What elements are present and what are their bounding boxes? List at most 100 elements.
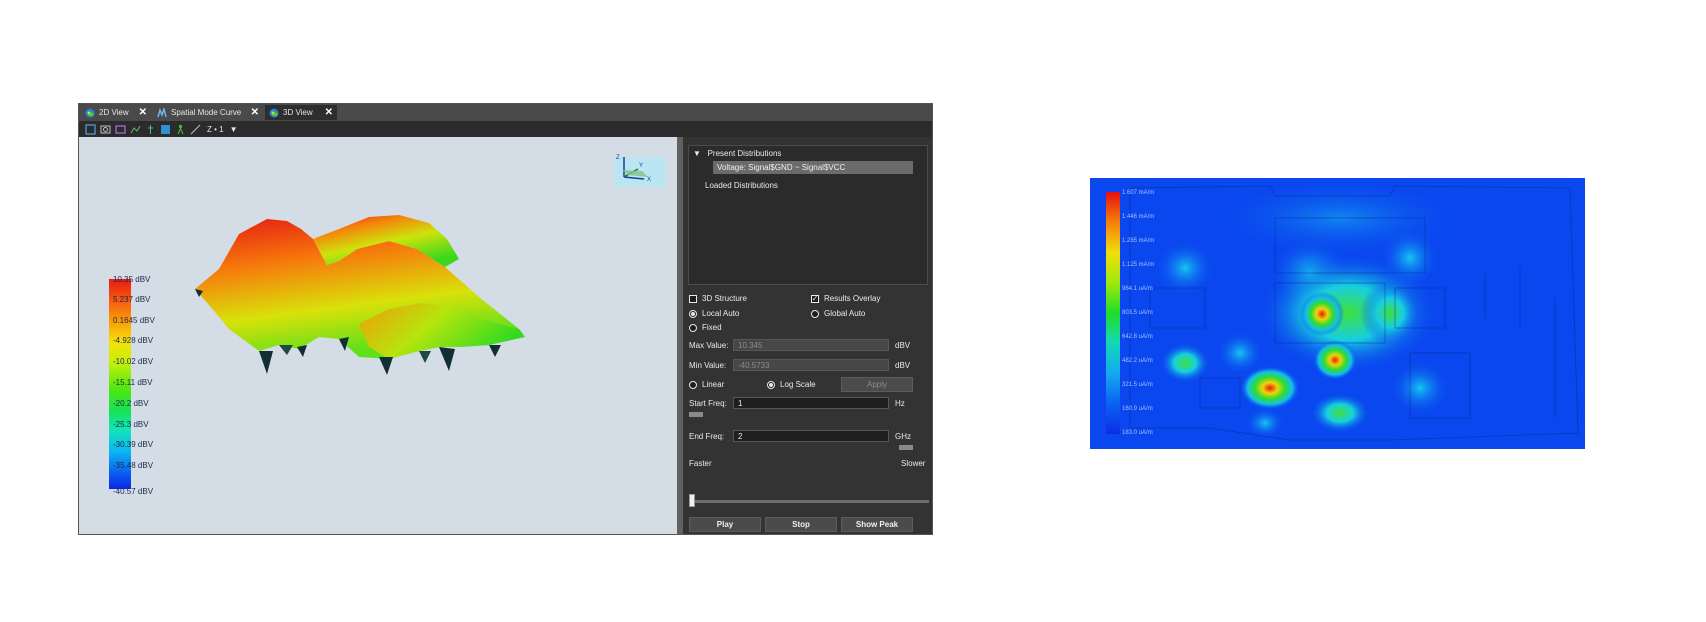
heatmap-scale-label: 1.607 mA/m <box>1122 190 1155 196</box>
tab-bar: 2D View ✕ Spatial Mode Curve ✕ 3D View ✕ <box>79 104 932 121</box>
distribution-tree: ▼ Present Distributions Voltage: Signal$… <box>688 145 928 285</box>
close-icon[interactable]: ✕ <box>325 107 333 118</box>
checkmark-icon[interactable]: ✓ <box>811 294 819 303</box>
radio-button[interactable] <box>689 309 697 318</box>
end-freq-unit: GHz <box>895 432 911 441</box>
radio-label: Global Auto <box>824 309 866 318</box>
color-scale-label: -20.2 dBV <box>113 399 149 408</box>
close-icon[interactable]: ✕ <box>251 107 259 118</box>
fixed-radio[interactable]: Fixed <box>689 323 722 332</box>
max-value-field[interactable]: 10.345 <box>733 339 889 351</box>
curve-tool-icon[interactable] <box>130 124 141 135</box>
heatmap-scale-label: 642.8 uA/m <box>1122 334 1153 340</box>
axis-z-label: Z <box>616 155 620 161</box>
close-icon[interactable]: ✕ <box>139 107 147 118</box>
heatmap-scale-label: 1.285 mA/m <box>1122 238 1155 244</box>
fill-icon[interactable] <box>160 124 171 135</box>
radio-button[interactable] <box>689 323 697 332</box>
show-peak-button[interactable]: Show Peak <box>841 517 913 532</box>
color-scale-label: -40.57 dBV <box>113 487 154 496</box>
stop-button[interactable]: Stop <box>765 517 837 532</box>
probe-icon[interactable] <box>145 124 156 135</box>
color-scale-label: 10.35 dBV <box>113 275 151 284</box>
distribution-label: Voltage: Signal$GND ~ Signal$VCC <box>717 163 846 172</box>
tab-3d-view[interactable]: 3D View ✕ <box>265 105 337 120</box>
log-scale-radio[interactable]: Log Scale <box>767 380 816 389</box>
tree-group-label: Present Distributions <box>707 149 782 158</box>
tab-spatial-mode-curve[interactable]: Spatial Mode Curve ✕ <box>153 105 263 120</box>
axis-gizmo[interactable]: Z Y X <box>614 151 666 187</box>
person-icon[interactable] <box>175 124 186 135</box>
heatmap-scale-label: 321.5 uA/m <box>1122 382 1153 388</box>
measure-icon[interactable] <box>190 124 201 135</box>
axis-x-label: X <box>647 177 651 183</box>
linear-radio[interactable]: Linear <box>689 380 724 389</box>
start-freq-unit: Hz <box>895 399 905 408</box>
3d-viewport[interactable]: Z Y X 10.35 dBV 5.237 dBV 0.1645 dBV -4.… <box>79 137 677 534</box>
heatmap-scale-label: 964.1 uA/m <box>1122 286 1153 292</box>
end-freq-slider[interactable] <box>899 445 913 450</box>
heatmap-scale-bar <box>1106 192 1120 434</box>
chevron-down-icon: ▼ <box>229 124 238 134</box>
color-scale-label: -10.02 dBV <box>113 357 154 366</box>
zoom-value: Z • 1 <box>207 124 224 134</box>
local-auto-radio[interactable]: Local Auto <box>689 309 739 318</box>
min-value-label: Min Value: <box>689 361 727 370</box>
start-freq-slider[interactable] <box>689 412 703 417</box>
min-value-unit: dBV <box>895 361 911 370</box>
tree-group-present[interactable]: ▼ Present Distributions <box>693 149 781 158</box>
results-overlay-checkbox[interactable]: ✓ Results Overlay <box>811 294 880 303</box>
color-scale-label: 0.1645 dBV <box>113 316 155 325</box>
radio-label: Fixed <box>702 323 722 332</box>
tab-label: Spatial Mode Curve <box>171 108 242 117</box>
checkbox-box[interactable] <box>689 294 697 303</box>
color-scale-label: 5.237 dBV <box>113 295 151 304</box>
radio-label: Local Auto <box>702 309 740 318</box>
globe-icon <box>269 108 279 117</box>
tab-2d-view[interactable]: 2D View ✕ <box>81 105 151 120</box>
radio-button[interactable] <box>767 380 775 389</box>
simulation-window: 2D View ✕ Spatial Mode Curve ✕ 3D View ✕… <box>78 103 933 535</box>
curve-icon <box>157 107 167 117</box>
box-icon[interactable] <box>115 124 126 135</box>
3d-structure-checkbox[interactable]: 3D Structure <box>689 294 747 303</box>
speed-slider-thumb[interactable] <box>689 494 695 507</box>
color-scale-label: -4.928 dBV <box>113 336 154 345</box>
select-icon[interactable] <box>85 123 96 135</box>
heatmap-scale-label: 1.446 mA/m <box>1122 214 1155 220</box>
rotate-icon[interactable] <box>100 124 111 135</box>
checkbox-label: 3D Structure <box>702 294 747 303</box>
radio-label: Log Scale <box>780 380 816 389</box>
tree-item-selected-distribution[interactable]: Voltage: Signal$GND ~ Signal$VCC <box>713 161 913 174</box>
start-freq-field[interactable]: 1 <box>733 397 889 409</box>
heatmap-scale-label: 482.2 uA/m <box>1122 358 1153 364</box>
start-freq-label: Start Freq: <box>689 399 727 408</box>
apply-button[interactable]: Apply <box>841 377 913 392</box>
global-auto-radio[interactable]: Global Auto <box>811 309 865 318</box>
heatmap-image <box>1090 178 1585 449</box>
heatmap-scale-label: 1.125 mA/m <box>1122 262 1155 268</box>
play-button[interactable]: Play <box>689 517 761 532</box>
zoom-select[interactable]: Z • 1 ▼ <box>207 125 238 134</box>
radio-button[interactable] <box>811 309 819 318</box>
radio-button[interactable] <box>689 380 697 389</box>
globe-icon <box>85 108 95 117</box>
tab-label: 2D View <box>99 108 129 117</box>
speed-slider-track[interactable] <box>689 500 929 503</box>
tree-group-label: Loaded Distributions <box>705 181 778 190</box>
max-value-label: Max Value: <box>689 341 729 350</box>
radio-label: Linear <box>702 380 725 389</box>
view-toolbar: Z • 1 ▼ <box>79 121 932 137</box>
color-scale-label: -30.39 dBV <box>113 440 154 449</box>
faster-label: Faster <box>689 459 712 468</box>
checkbox-label: Results Overlay <box>824 294 881 303</box>
3d-surface-plot[interactable] <box>189 179 569 399</box>
end-freq-field[interactable]: 2 <box>733 430 889 442</box>
color-scale-label: -15.11 dBV <box>113 378 153 387</box>
color-scale-label: -35.48 dBV <box>113 461 154 470</box>
min-value-field[interactable]: -40.5733 <box>733 359 889 371</box>
tree-group-loaded[interactable]: Loaded Distributions <box>705 181 778 190</box>
slower-label: Slower <box>901 459 926 468</box>
heatmap-scale-label: 160.9 uA/m <box>1122 406 1153 412</box>
tab-label: 3D View <box>283 108 313 117</box>
